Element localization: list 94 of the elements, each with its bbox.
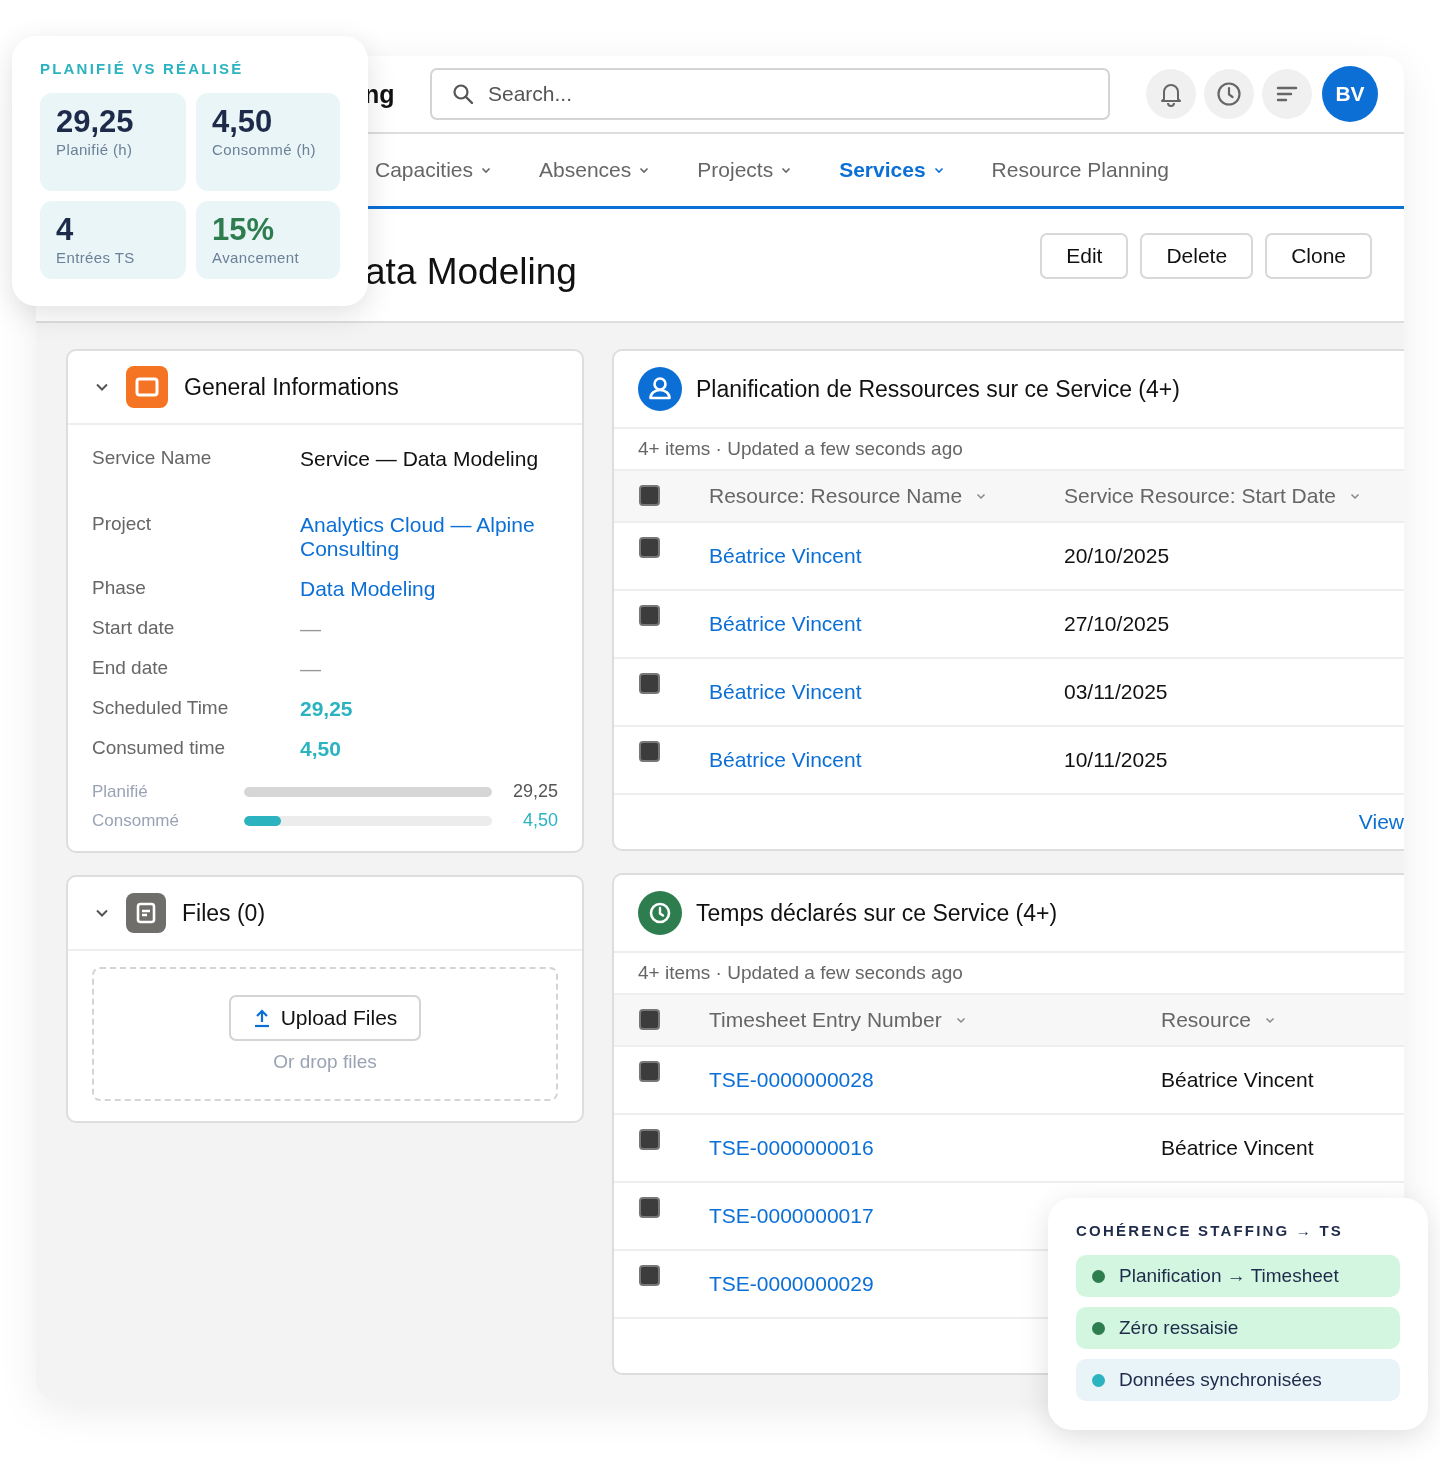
card-title: PLANIFIÉ VS RÉALISÉ — [40, 60, 245, 77]
field-value: — — [300, 617, 322, 641]
bar-label: Consommé — [92, 810, 180, 831]
table-cell: Béatrice Vincent — [1161, 1068, 1314, 1092]
drop-zone[interactable]: Upload Files Or drop files — [92, 967, 558, 1101]
field-label: Phase — [92, 577, 147, 600]
filter-button[interactable] — [1262, 69, 1312, 119]
column-header[interactable]: Timesheet Entry Number — [709, 1008, 966, 1032]
field-value: 4,50 — [300, 737, 342, 761]
stat-value: 29,25 — [56, 105, 135, 140]
bar-reading: 29,25 — [511, 781, 558, 802]
upload-button[interactable]: Upload Files — [228, 995, 422, 1041]
status-label: Planification → Timesheet — [1119, 1265, 1339, 1287]
table-cell: 03/11/2025 — [1064, 680, 1168, 704]
record-link[interactable]: TSE-0000000017 — [709, 1204, 874, 1228]
field-link[interactable]: Data Modeling — [300, 577, 558, 601]
search-icon — [452, 83, 474, 105]
record-link[interactable]: Béatrice Vincent — [709, 680, 862, 704]
bar-reading: 4,50 — [521, 810, 558, 831]
field-label: Consumed time — [92, 737, 227, 760]
drop-hint: Or drop files — [273, 1051, 377, 1073]
record-link[interactable]: Béatrice Vincent — [709, 544, 862, 568]
nav-tab[interactable]: Capacities — [375, 158, 492, 182]
record-link[interactable]: TSE-0000000016 — [709, 1136, 874, 1160]
stat-value: 15% — [212, 213, 276, 248]
field-label: Project — [92, 513, 153, 536]
panel-title: Temps déclarés sur ce Service (4+) — [696, 899, 1058, 927]
table-cell: 27/10/2025 — [1064, 612, 1170, 636]
checkbox[interactable] — [639, 1265, 660, 1286]
caret-icon — [976, 492, 987, 500]
caret-icon — [1264, 1016, 1275, 1024]
search-field[interactable]: Search... — [430, 68, 1110, 120]
history-button[interactable] — [1204, 69, 1254, 119]
bar-label: Planifié — [92, 781, 149, 802]
table-cell: 10/11/2025 — [1064, 748, 1168, 772]
action-button[interactable]: Clone — [1265, 233, 1372, 279]
table-cell: 20/10/2025 — [1064, 544, 1170, 568]
stat-label: Entrées TS — [56, 249, 136, 267]
panel-title: Files (0) — [182, 899, 266, 927]
checkbox[interactable] — [639, 1009, 660, 1030]
record-link[interactable]: TSE-0000000028 — [709, 1068, 874, 1092]
notifications-button[interactable] — [1146, 69, 1196, 119]
column-header[interactable]: Resource — [1161, 1008, 1275, 1032]
field-label: Scheduled Time — [92, 697, 230, 720]
action-button[interactable]: Delete — [1140, 233, 1254, 279]
checkbox[interactable] — [639, 605, 660, 626]
status-label: Zéro ressaisie — [1119, 1317, 1239, 1339]
view-link[interactable]: View — [1358, 810, 1404, 834]
card-title: COHÉRENCE STAFFING → TS — [1076, 1222, 1344, 1239]
checkbox[interactable] — [639, 741, 660, 762]
nav-tab[interactable]: Absences — [539, 158, 650, 182]
record-link[interactable]: TSE-0000000029 — [709, 1272, 874, 1296]
checkbox[interactable] — [639, 485, 660, 506]
field-label: Start date — [92, 617, 176, 640]
nav-tab[interactable]: Projects — [697, 158, 792, 182]
nav-tab[interactable]: Services — [839, 158, 944, 182]
nav-tab[interactable]: Resource Planning — [991, 158, 1170, 182]
panel-title: Planification de Ressources sur ce Service (4+) — [696, 375, 1180, 403]
column-header[interactable]: Service Resource: Start Date — [1064, 484, 1360, 508]
record-title: ata Modeling — [365, 251, 578, 293]
field-value: 29,25 — [300, 697, 354, 721]
document-icon — [126, 893, 166, 933]
field-label: End date — [92, 657, 170, 680]
field-value: — — [300, 657, 322, 681]
stat-value: 4,50 — [212, 105, 274, 140]
upload-icon — [252, 1008, 271, 1028]
record-link[interactable]: Béatrice Vincent — [709, 612, 862, 636]
checkbox[interactable] — [639, 1197, 660, 1218]
stat-label: Consommé (h) — [212, 141, 317, 159]
caret-icon — [955, 1016, 966, 1024]
bell-icon — [1159, 81, 1183, 107]
column-header[interactable]: Resource: Resource Name — [709, 484, 987, 508]
record-link[interactable]: Béatrice Vincent — [709, 748, 862, 772]
stat-label: Planifié (h) — [56, 141, 134, 159]
field-label: Service Name — [92, 447, 213, 470]
user-avatar[interactable]: BV — [1322, 66, 1378, 122]
checkbox[interactable] — [639, 1061, 660, 1082]
stat-value: 4 — [56, 213, 75, 248]
caret-icon — [1349, 492, 1360, 500]
action-button[interactable]: Edit — [1040, 233, 1129, 279]
status-label: Données synchronisées — [1119, 1369, 1322, 1391]
field-value: Service — Data Modeling — [300, 447, 540, 471]
folder-icon — [126, 366, 168, 408]
checkbox[interactable] — [639, 673, 660, 694]
checkbox[interactable] — [639, 1129, 660, 1150]
checkbox[interactable] — [639, 537, 660, 558]
table-cell: Béatrice Vincent — [1161, 1136, 1314, 1160]
clock-icon — [1216, 81, 1242, 107]
lines-icon — [1276, 85, 1298, 103]
field-link[interactable]: Analytics Cloud — Alpine Consulting — [300, 513, 558, 561]
stat-label: Avancement — [212, 249, 301, 267]
clock-icon — [638, 891, 682, 935]
person-icon — [638, 367, 682, 411]
panel-title: General Informations — [184, 373, 399, 401]
